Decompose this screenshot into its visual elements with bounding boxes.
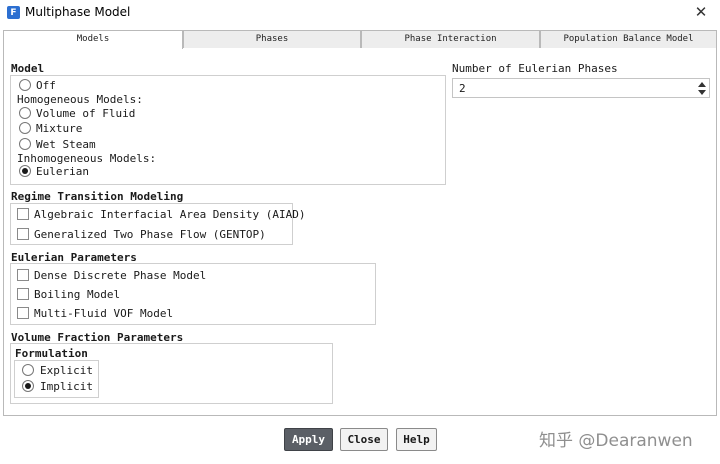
radio-wet-steam-label: Wet Steam bbox=[36, 138, 96, 151]
tab-bar: Models Phases Phase Interaction Populati… bbox=[3, 30, 717, 49]
tab-phases[interactable]: Phases bbox=[183, 30, 361, 48]
tab-population-balance-model[interactable]: Population Balance Model bbox=[540, 30, 717, 48]
chevron-down-icon[interactable] bbox=[698, 90, 706, 95]
eulerian-phases-value[interactable]: 2 bbox=[459, 82, 466, 95]
homogeneous-models-label: Homogeneous Models: bbox=[17, 93, 143, 106]
radio-mixture[interactable] bbox=[19, 122, 31, 134]
tab-phase-interaction[interactable]: Phase Interaction bbox=[361, 30, 540, 48]
window-title: Multiphase Model bbox=[25, 5, 131, 19]
radio-off[interactable] bbox=[19, 79, 31, 91]
checkbox-aiad[interactable] bbox=[17, 208, 29, 220]
title-bar: F Multiphase Model ✕ bbox=[0, 0, 720, 26]
checkbox-boiling-model-label: Boiling Model bbox=[34, 288, 121, 301]
checkbox-dense-discrete-phase-model-label: Dense Discrete Phase Model bbox=[34, 269, 207, 282]
eulerian-phases-stepper[interactable]: 2 bbox=[452, 78, 710, 98]
apply-button[interactable]: Apply bbox=[284, 428, 333, 451]
checkbox-aiad-label: Algebraic Interfacial Area Density (AIAD… bbox=[34, 208, 306, 221]
watermark: 知乎 @Dearanwen bbox=[539, 431, 693, 451]
app-icon: F bbox=[7, 6, 20, 19]
radio-explicit[interactable] bbox=[22, 364, 34, 376]
checkbox-gentop-label: Generalized Two Phase Flow (GENTOP) bbox=[34, 228, 266, 241]
checkbox-gentop[interactable] bbox=[17, 228, 29, 240]
radio-off-label: Off bbox=[36, 79, 56, 92]
model-heading: Model bbox=[11, 62, 45, 75]
close-icon[interactable]: ✕ bbox=[692, 3, 710, 21]
radio-explicit-label: Explicit bbox=[40, 364, 93, 377]
formulation-heading: Formulation bbox=[15, 347, 88, 360]
checkbox-boiling-model[interactable] bbox=[17, 288, 29, 300]
eulerian-phases-label: Number of Eulerian Phases bbox=[452, 62, 618, 75]
radio-eulerian[interactable] bbox=[19, 165, 31, 177]
radio-volume-of-fluid-label: Volume of Fluid bbox=[36, 107, 136, 120]
inhomogeneous-models-label: Inhomogeneous Models: bbox=[17, 152, 157, 165]
close-button[interactable]: Close bbox=[340, 428, 388, 451]
radio-eulerian-label: Eulerian bbox=[36, 165, 89, 178]
help-button[interactable]: Help bbox=[396, 428, 437, 451]
regime-heading: Regime Transition Modeling bbox=[11, 190, 184, 203]
checkbox-dense-discrete-phase-model[interactable] bbox=[17, 269, 29, 281]
tab-models[interactable]: Models bbox=[3, 30, 183, 49]
radio-wet-steam[interactable] bbox=[19, 138, 31, 150]
radio-volume-of-fluid[interactable] bbox=[19, 107, 31, 119]
checkbox-multi-fluid-vof-model-label: Multi-Fluid VOF Model bbox=[34, 307, 174, 320]
radio-mixture-label: Mixture bbox=[36, 122, 83, 135]
chevron-up-icon[interactable] bbox=[698, 82, 706, 87]
checkbox-multi-fluid-vof-model[interactable] bbox=[17, 307, 29, 319]
dialog-footer: Apply Close Help 知乎 @Dearanwen bbox=[0, 416, 720, 464]
stepper-arrows[interactable] bbox=[698, 80, 706, 96]
radio-implicit[interactable] bbox=[22, 380, 34, 392]
radio-implicit-label: Implicit bbox=[40, 380, 93, 393]
